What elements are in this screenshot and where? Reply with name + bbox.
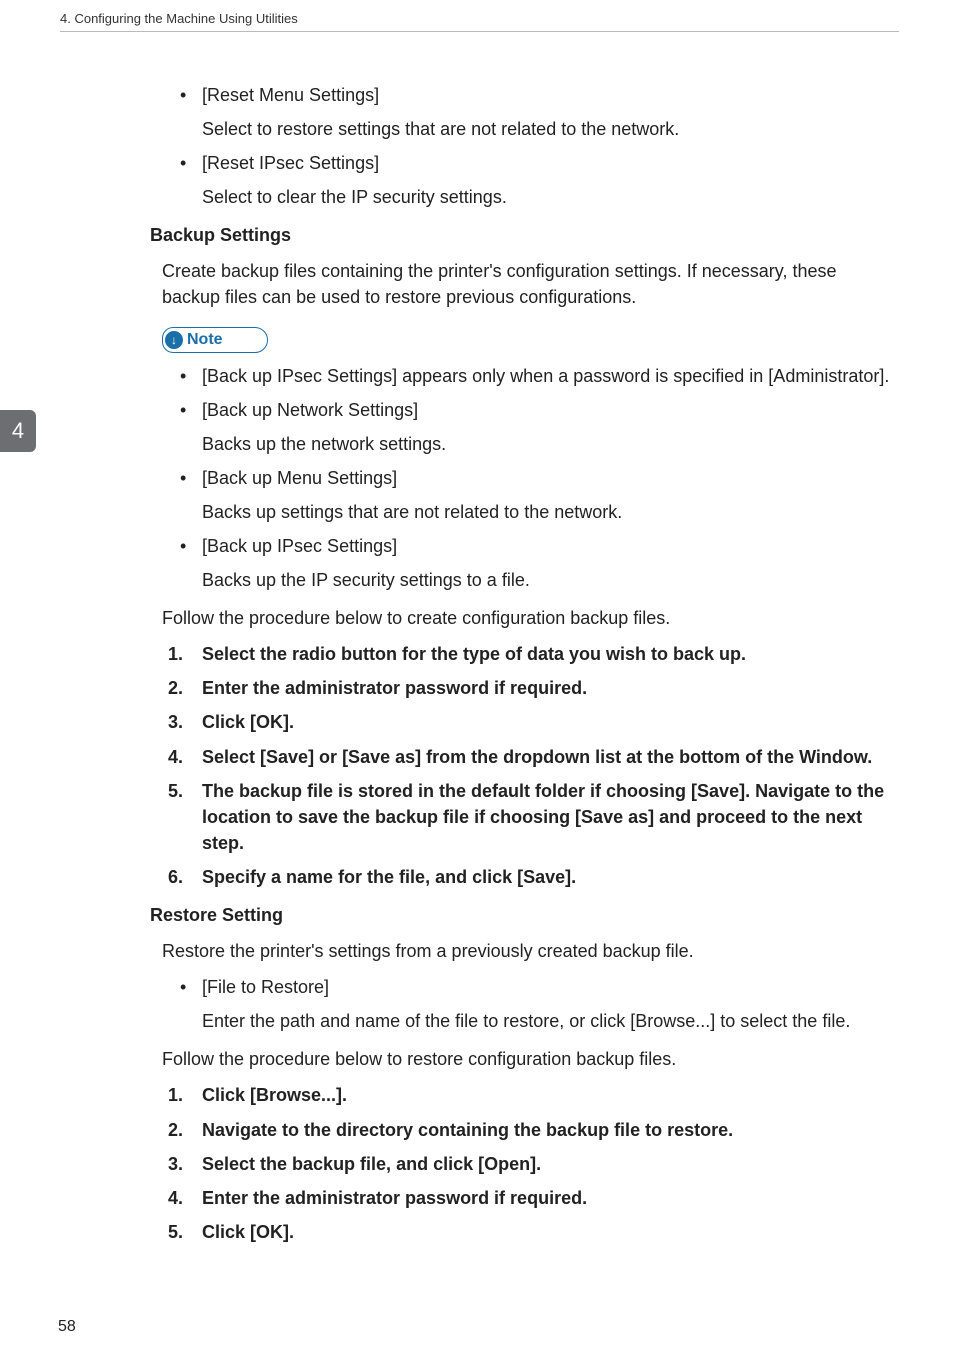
step-item: Select the backup file, and click [Open]… bbox=[168, 1151, 899, 1177]
step-item: Click [Browse...]. bbox=[168, 1082, 899, 1108]
backup-note-list: [Back up IPsec Settings] appears only wh… bbox=[180, 363, 899, 594]
reset-menu-desc: Select to restore settings that are not … bbox=[202, 116, 899, 142]
backup-follow: Follow the procedure below to create con… bbox=[162, 605, 899, 631]
restore-heading: Restore Setting bbox=[150, 902, 899, 928]
list-item: [Back up IPsec Settings] appears only wh… bbox=[180, 363, 899, 389]
step-item: Navigate to the directory containing the… bbox=[168, 1117, 899, 1143]
note-badge: ↓ Note bbox=[162, 327, 268, 353]
backup-network-label: [Back up Network Settings] bbox=[202, 397, 899, 423]
step-item: Click [OK]. bbox=[168, 709, 899, 735]
note-container: ↓ Note bbox=[162, 321, 899, 363]
backup-steps: Select the radio button for the type of … bbox=[168, 641, 899, 890]
note-item-1: [Back up IPsec Settings] appears only wh… bbox=[202, 363, 899, 389]
page-number: 58 bbox=[58, 1315, 76, 1338]
reset-list: [Reset Menu Settings] Select to restore … bbox=[180, 82, 899, 210]
restore-follow: Follow the procedure below to restore co… bbox=[162, 1046, 899, 1072]
chapter-tab: 4 bbox=[0, 410, 36, 452]
reset-menu-label: [Reset Menu Settings] bbox=[202, 82, 899, 108]
backup-heading: Backup Settings bbox=[150, 222, 899, 248]
step-item: Select [Save] or [Save as] from the drop… bbox=[168, 744, 899, 770]
step-item: Specify a name for the file, and click [… bbox=[168, 864, 899, 890]
step-item: Click [OK]. bbox=[168, 1219, 899, 1245]
step-item: Enter the administrator password if requ… bbox=[168, 1185, 899, 1211]
running-header: 4. Configuring the Machine Using Utiliti… bbox=[60, 10, 899, 32]
backup-network-desc: Backs up the network settings. bbox=[202, 431, 899, 457]
restore-intro: Restore the printer's settings from a pr… bbox=[162, 938, 899, 964]
backup-intro: Create backup files containing the print… bbox=[162, 258, 899, 310]
file-to-restore-label: [File to Restore] bbox=[202, 974, 899, 1000]
arrow-down-icon: ↓ bbox=[171, 334, 177, 346]
step-item: Select the radio button for the type of … bbox=[168, 641, 899, 667]
restore-steps: Click [Browse...]. Navigate to the direc… bbox=[168, 1082, 899, 1244]
list-item: [Back up Network Settings] Backs up the … bbox=[180, 397, 899, 457]
page: 4. Configuring the Machine Using Utiliti… bbox=[0, 0, 959, 1360]
list-item: [Back up Menu Settings] Backs up setting… bbox=[180, 465, 899, 525]
backup-menu-desc: Backs up settings that are not related t… bbox=[202, 499, 899, 525]
reset-ipsec-label: [Reset IPsec Settings] bbox=[202, 150, 899, 176]
body-content: [Reset Menu Settings] Select to restore … bbox=[150, 82, 899, 1245]
backup-ipsec-desc: Backs up the IP security settings to a f… bbox=[202, 567, 899, 593]
backup-ipsec-label: [Back up IPsec Settings] bbox=[202, 533, 899, 559]
note-icon: ↓ bbox=[165, 331, 183, 349]
list-item: [Back up IPsec Settings] Backs up the IP… bbox=[180, 533, 899, 593]
list-item: [Reset IPsec Settings] Select to clear t… bbox=[180, 150, 899, 210]
list-item: [File to Restore] Enter the path and nam… bbox=[180, 974, 899, 1034]
restore-list: [File to Restore] Enter the path and nam… bbox=[180, 974, 899, 1034]
reset-ipsec-desc: Select to clear the IP security settings… bbox=[202, 184, 899, 210]
backup-menu-label: [Back up Menu Settings] bbox=[202, 465, 899, 491]
note-label: Note bbox=[187, 328, 223, 351]
step-item: Enter the administrator password if requ… bbox=[168, 675, 899, 701]
list-item: [Reset Menu Settings] Select to restore … bbox=[180, 82, 899, 142]
step-item: The backup file is stored in the default… bbox=[168, 778, 899, 856]
file-to-restore-desc: Enter the path and name of the file to r… bbox=[202, 1008, 899, 1034]
